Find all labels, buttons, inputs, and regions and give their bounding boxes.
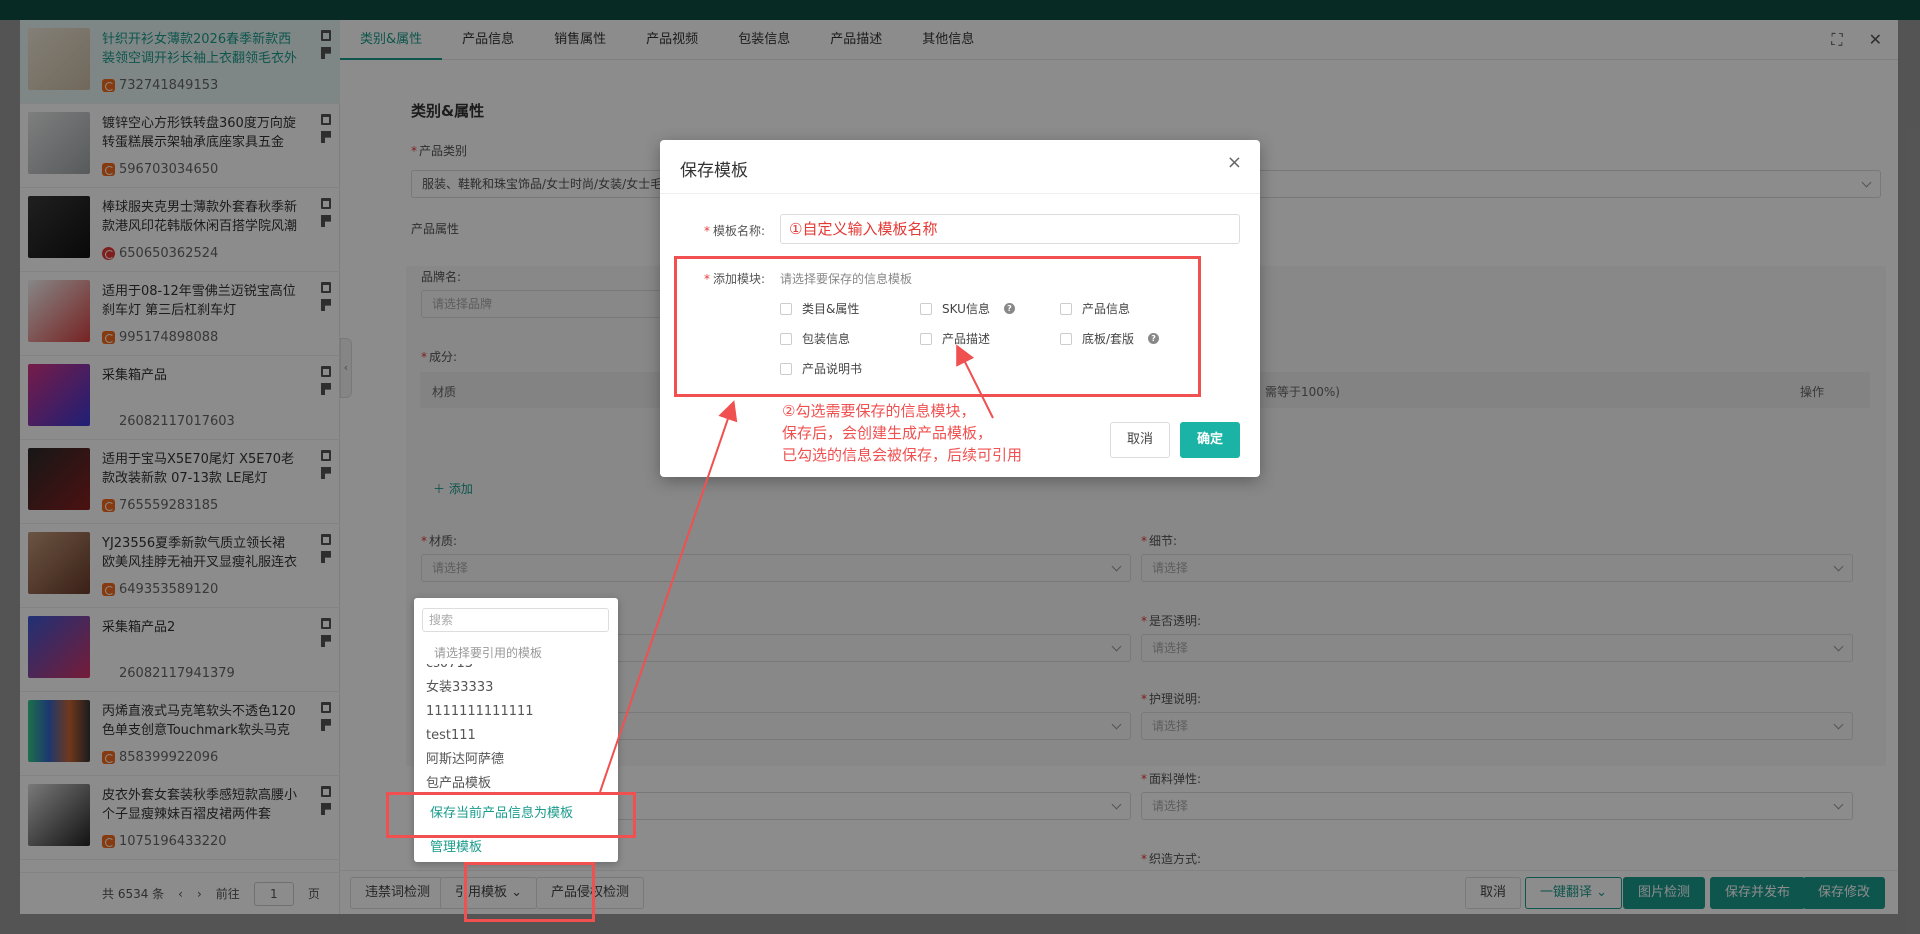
annotation-note: ②勾选需要保存的信息模块， 保存后，会创建生成产品模板， 已勾选的信息会被保存，… — [782, 402, 1023, 464]
template-list: cs0713 女装33333 1111111111111 test111 阿斯达… — [426, 664, 606, 794]
dialog-title: 保存模板 — [680, 161, 748, 181]
template-item[interactable]: 包产品模板 — [426, 772, 606, 794]
template-name-input[interactable]: ①自定义输入模板名称 — [780, 214, 1240, 244]
dialog-cancel-button[interactable]: 取消 — [1110, 422, 1170, 458]
template-item[interactable]: cs0713 — [426, 664, 606, 676]
annotation-box-cite-template — [464, 862, 595, 922]
template-search-input[interactable]: 搜索 — [422, 608, 609, 632]
template-name-label: * 模板名称: — [704, 224, 766, 238]
template-item[interactable]: test111 — [426, 724, 606, 748]
template-item[interactable]: 阿斯达阿萨德 — [426, 748, 606, 772]
annotation-box-save-template — [386, 792, 636, 838]
annotation-box-modules — [674, 256, 1201, 397]
dialog-confirm-button[interactable]: 确定 — [1180, 422, 1240, 458]
manage-templates-item[interactable]: 管理模板 — [430, 836, 482, 855]
template-placeholder: 请选择要引用的模板 — [434, 646, 543, 660]
template-item[interactable]: 女装33333 — [426, 676, 606, 700]
template-item[interactable]: 1111111111111 — [426, 700, 606, 724]
divider — [660, 193, 1260, 194]
close-icon[interactable]: × — [1227, 152, 1242, 173]
